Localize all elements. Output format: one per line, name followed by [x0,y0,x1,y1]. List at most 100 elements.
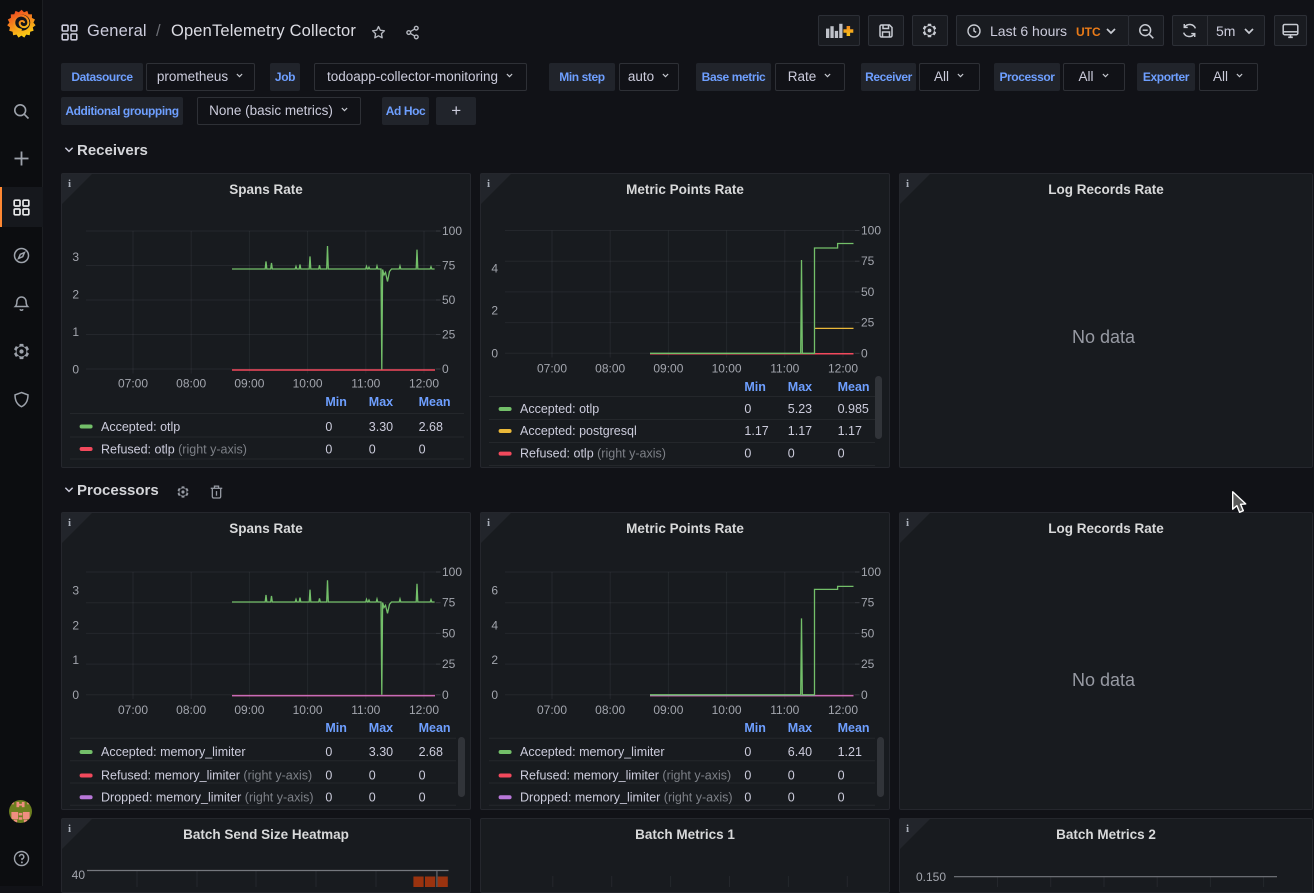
svg-text:0: 0 [788,447,795,461]
svg-text:2.68: 2.68 [419,420,443,434]
svg-text:0: 0 [491,346,498,360]
svg-text:Dropped: memory_limiter (right: Dropped: memory_limiter (right y-axis) [520,790,733,804]
svg-text:1.17: 1.17 [744,424,768,438]
svg-text:1.17: 1.17 [838,424,862,438]
svg-text:0: 0 [369,790,376,804]
svg-text:11:00: 11:00 [351,703,380,717]
svg-text:10:00: 10:00 [712,703,742,717]
svg-text:10:00: 10:00 [293,377,323,391]
svg-text:07:00: 07:00 [118,377,148,391]
svg-text:40: 40 [72,868,86,882]
svg-text:0: 0 [369,442,376,456]
svg-text:Max: Max [788,721,812,735]
svg-text:2.68: 2.68 [419,745,443,759]
svg-text:Min: Min [325,395,347,409]
svg-text:0: 0 [491,688,498,702]
svg-text:07:00: 07:00 [537,703,567,717]
svg-text:0: 0 [419,790,426,804]
svg-text:50: 50 [442,626,456,640]
svg-text:09:00: 09:00 [234,703,264,717]
svg-text:0: 0 [419,769,426,783]
svg-text:0: 0 [744,402,751,416]
svg-text:2: 2 [491,304,498,318]
svg-text:12:00: 12:00 [828,703,858,717]
svg-text:3: 3 [72,584,79,598]
svg-text:Max: Max [369,721,393,735]
svg-text:Mean: Mean [838,721,870,735]
svg-text:09:00: 09:00 [234,377,264,391]
svg-text:5.23: 5.23 [788,402,812,416]
svg-text:Refused: otlp (right y-axis): Refused: otlp (right y-axis) [101,442,247,456]
svg-text:0: 0 [442,362,449,376]
svg-text:12:00: 12:00 [828,362,858,376]
svg-text:25: 25 [442,657,456,671]
svg-text:08:00: 08:00 [176,377,206,391]
svg-text:75: 75 [861,596,875,610]
svg-text:0: 0 [788,790,795,804]
svg-text:Min: Min [744,721,766,735]
svg-text:1: 1 [72,653,79,667]
svg-text:0: 0 [744,447,751,461]
svg-text:11:00: 11:00 [770,362,799,376]
svg-text:2: 2 [491,653,498,667]
svg-text:Mean: Mean [838,380,870,394]
svg-text:0: 0 [744,790,751,804]
svg-text:09:00: 09:00 [653,362,683,376]
svg-text:4: 4 [491,261,498,275]
svg-text:100: 100 [442,565,462,579]
svg-text:0: 0 [419,442,426,456]
svg-text:Refused: memory_limiter (right: Refused: memory_limiter (right y-axis) [101,769,312,783]
svg-text:11:00: 11:00 [351,377,380,391]
svg-text:Accepted: memory_limiter: Accepted: memory_limiter [520,745,665,759]
svg-text:08:00: 08:00 [595,362,625,376]
svg-text:Mean: Mean [419,721,451,735]
svg-text:75: 75 [861,254,875,268]
svg-text:0: 0 [325,442,332,456]
svg-text:50: 50 [861,285,875,299]
svg-text:0: 0 [72,688,79,702]
svg-text:Accepted: postgresql: Accepted: postgresql [520,424,637,438]
svg-text:75: 75 [442,259,456,273]
svg-text:25: 25 [442,328,456,342]
svg-text:Refused: otlp (right y-axis): Refused: otlp (right y-axis) [520,447,666,461]
svg-text:11:00: 11:00 [770,703,799,717]
svg-text:Accepted: otlp: Accepted: otlp [520,402,599,416]
svg-text:Accepted: memory_limiter: Accepted: memory_limiter [101,745,246,759]
svg-text:50: 50 [442,293,456,307]
svg-text:0: 0 [442,688,449,702]
svg-text:0: 0 [744,745,751,759]
svg-text:Max: Max [369,395,393,409]
svg-text:0: 0 [744,769,751,783]
svg-text:Dropped: memory_limiter (right: Dropped: memory_limiter (right y-axis) [101,790,314,804]
svg-text:0: 0 [325,769,332,783]
svg-text:0: 0 [325,745,332,759]
svg-text:1: 1 [72,325,79,339]
svg-text:08:00: 08:00 [595,703,625,717]
svg-text:08:00: 08:00 [176,703,206,717]
svg-text:0: 0 [838,769,845,783]
svg-text:3.30: 3.30 [369,745,393,759]
svg-text:25: 25 [861,316,875,330]
svg-text:10:00: 10:00 [712,362,742,376]
svg-text:0: 0 [861,688,868,702]
svg-text:Refused: memory_limiter (right: Refused: memory_limiter (right y-axis) [520,769,731,783]
svg-text:0: 0 [325,790,332,804]
svg-text:1.21: 1.21 [838,745,862,759]
svg-text:0: 0 [325,420,332,434]
svg-text:0: 0 [369,769,376,783]
svg-text:1.17: 1.17 [788,424,812,438]
svg-text:0.150: 0.150 [916,870,946,884]
svg-text:50: 50 [861,626,875,640]
svg-text:100: 100 [442,224,462,238]
svg-text:0.985: 0.985 [838,402,869,416]
svg-text:Mean: Mean [419,395,451,409]
svg-text:6: 6 [491,584,498,598]
svg-text:0: 0 [838,447,845,461]
svg-text:0: 0 [788,769,795,783]
svg-text:Accepted: otlp: Accepted: otlp [101,420,180,434]
svg-text:12:00: 12:00 [409,377,439,391]
svg-text:0: 0 [838,790,845,804]
svg-text:25: 25 [861,657,875,671]
svg-text:100: 100 [861,224,881,238]
svg-text:100: 100 [861,565,881,579]
